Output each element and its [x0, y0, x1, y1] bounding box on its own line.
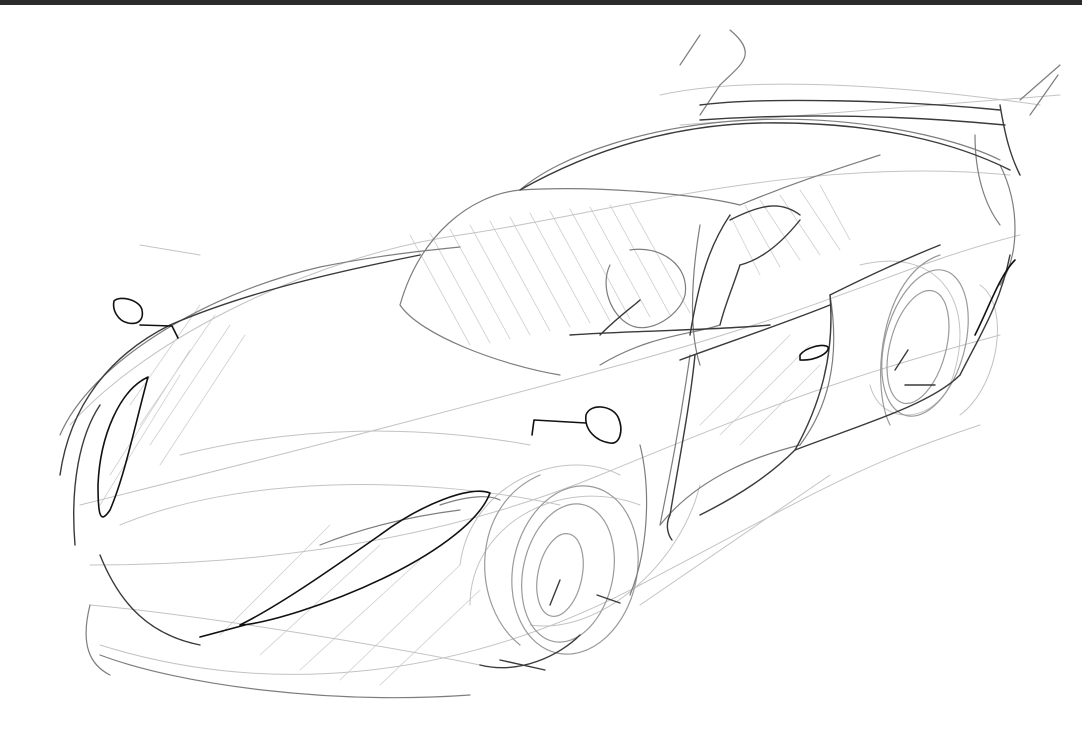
- ink-accents: [97, 259, 1016, 638]
- drawing-app-window: [0, 0, 1082, 740]
- body-outline-dark: [59, 99, 1021, 671]
- body-construction-lines: [69, 83, 1061, 675]
- front-wheel: [484, 474, 639, 655]
- drawing-canvas[interactable]: [0, 5, 1082, 740]
- construction-hatching: [99, 184, 851, 686]
- body-outline-medium: [59, 29, 1061, 699]
- left-mirror-stroke: [112, 297, 144, 325]
- right-mirror-stroke: [585, 406, 622, 444]
- rear-wheel: [880, 254, 969, 426]
- door-handle-stroke: [799, 344, 829, 361]
- car-sketch-drawing: [59, 29, 1061, 699]
